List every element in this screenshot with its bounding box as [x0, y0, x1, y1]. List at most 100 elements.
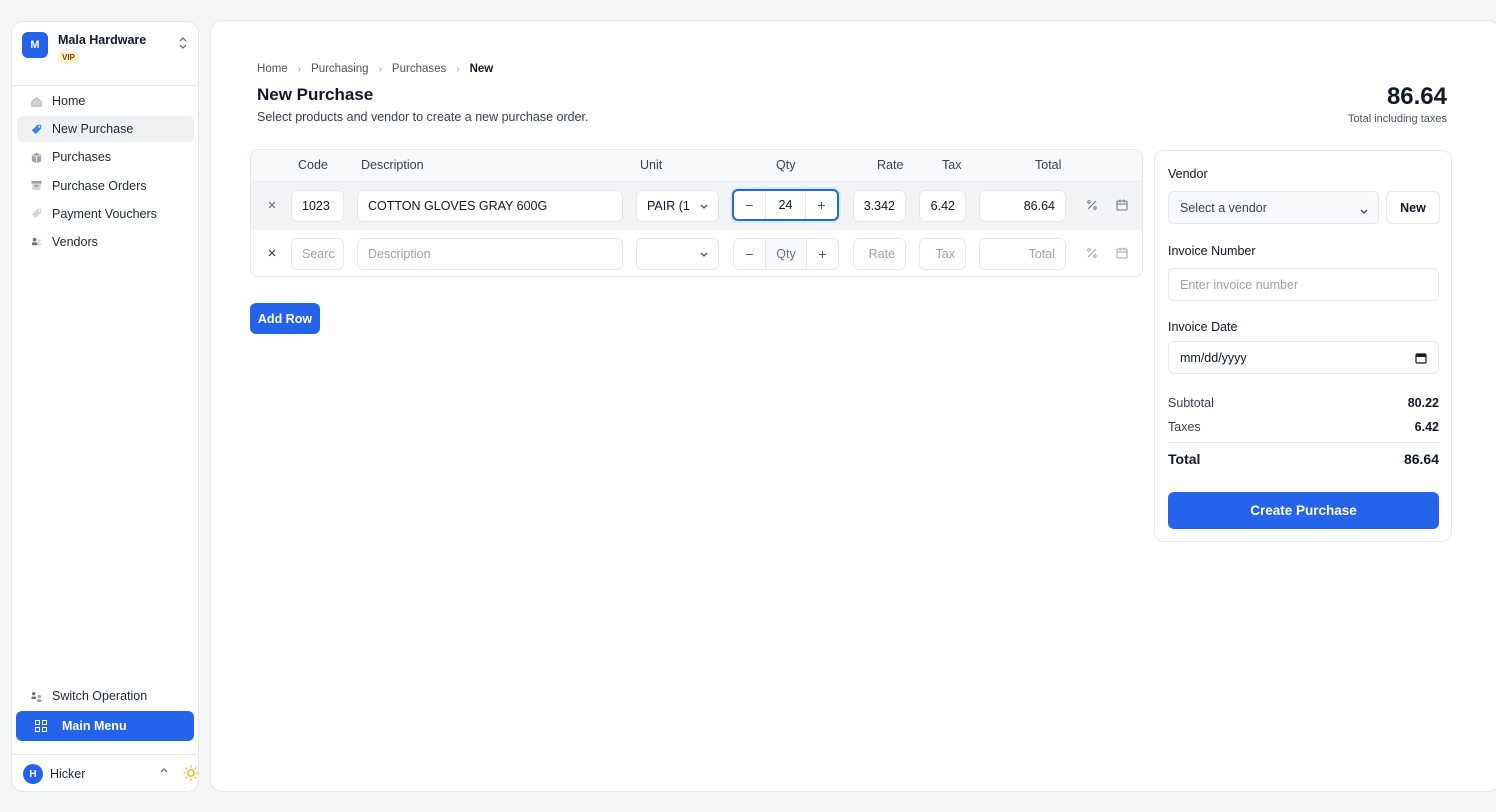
switch-operation-button[interactable]: Switch Operation: [17, 683, 194, 709]
archive-icon: [29, 179, 43, 193]
unit-select[interactable]: PAIR (1: [636, 190, 719, 222]
sidebar-item-payment-vouchers[interactable]: Payment Vouchers: [17, 201, 194, 227]
sidebar-item-purchases[interactable]: Purchases: [17, 144, 194, 170]
total-value: 86.64: [1403, 451, 1439, 467]
unit-select[interactable]: [636, 238, 719, 270]
increment-button[interactable]: +: [806, 191, 837, 219]
sidebar-item-purchase-orders[interactable]: Purchase Orders: [17, 173, 194, 199]
sidebar: M Mala Hardware VIP Home New Purchase Pu…: [11, 21, 199, 792]
breadcrumb: Home › Purchasing › Purchases › New: [257, 63, 493, 75]
unit-value: PAIR (1: [647, 199, 690, 213]
calendar-icon[interactable]: [1116, 247, 1128, 262]
col-qty: Qty: [776, 158, 796, 172]
table-row: Searc Description − Qty + Rate Tax Total: [251, 230, 1142, 276]
taxes-row: Taxes 6.42: [1168, 420, 1439, 434]
breadcrumb-current: New: [469, 63, 494, 75]
invoice-date-placeholder: mm/dd/yyyy: [1180, 350, 1247, 365]
org-switcher[interactable]: M Mala Hardware VIP: [22, 32, 190, 72]
remove-row-icon[interactable]: [267, 246, 277, 260]
col-rate: Rate: [877, 158, 904, 172]
vip-badge: VIP: [58, 52, 79, 63]
box-icon: [29, 150, 43, 164]
org-name: Mala Hardware: [58, 33, 147, 47]
sidebar-item-home[interactable]: Home: [17, 88, 194, 114]
invoice-date-input[interactable]: mm/dd/yyyy: [1168, 341, 1439, 374]
breadcrumb-purchasing[interactable]: Purchasing: [311, 63, 369, 75]
invoice-number-label: Invoice Number: [1168, 244, 1256, 258]
qty-input[interactable]: 24: [765, 191, 806, 219]
table-header: Code Description Unit Qty Rate Tax Total: [251, 150, 1142, 182]
sidebar-item-new-purchase[interactable]: New Purchase: [17, 116, 194, 143]
divider: [1168, 442, 1439, 443]
col-tax: Tax: [942, 158, 962, 172]
description-input[interactable]: COTTON GLOVES GRAY 600G: [357, 190, 623, 222]
chevron-right-icon: ›: [297, 63, 302, 75]
increment-button[interactable]: +: [807, 239, 838, 269]
total-label: Total: [1168, 451, 1201, 467]
description-input[interactable]: Description: [357, 238, 623, 270]
main-menu-label: Main Menu: [62, 719, 127, 733]
total-row: Total 86.64: [1168, 451, 1439, 467]
percent-icon[interactable]: [1086, 247, 1098, 262]
total-input[interactable]: Total: [979, 238, 1066, 270]
decrement-button[interactable]: −: [734, 239, 765, 269]
tax-input[interactable]: Tax: [919, 238, 966, 270]
subtotal-value: 80.22: [1407, 396, 1439, 410]
calendar-icon[interactable]: [1415, 352, 1427, 367]
tag-icon: [29, 122, 43, 136]
new-vendor-button[interactable]: New: [1386, 191, 1440, 224]
quantity-stepper[interactable]: − 24 +: [732, 189, 839, 221]
col-description: Description: [361, 158, 424, 172]
sidebar-item-label: Payment Vouchers: [52, 206, 157, 221]
rate-input[interactable]: 3.342: [853, 190, 906, 222]
chevron-right-icon: ›: [378, 63, 382, 75]
calendar-icon[interactable]: [1116, 199, 1128, 214]
avatar: H: [23, 764, 43, 784]
chevron-up-down-icon: [178, 36, 188, 51]
taxes-label: Taxes: [1168, 420, 1201, 434]
user-name: Hicker: [50, 767, 86, 781]
switch-users-icon: [29, 689, 43, 703]
sun-icon[interactable]: [183, 765, 199, 784]
ticket-icon: [29, 207, 43, 221]
breadcrumb-home[interactable]: Home: [257, 63, 288, 75]
vendor-select[interactable]: Select a vendor: [1168, 191, 1379, 224]
col-total: Total: [1035, 158, 1062, 172]
sidebar-item-label: Vendors: [52, 234, 98, 249]
purchase-summary-panel: Vendor Select a vendor New Invoice Numbe…: [1154, 150, 1452, 542]
quantity-stepper[interactable]: − Qty +: [733, 238, 839, 270]
grand-total: 86.64 Total including taxes: [1348, 83, 1447, 125]
percent-icon[interactable]: [1086, 199, 1098, 214]
caret-down-icon: [1360, 204, 1368, 218]
switch-operation-label: Switch Operation: [52, 689, 148, 703]
remove-row-icon[interactable]: [267, 198, 277, 212]
subtotal-row: Subtotal 80.22: [1168, 396, 1439, 410]
taxes-value: 6.42: [1414, 420, 1439, 434]
grid-icon: [34, 719, 48, 733]
tax-input[interactable]: 6.42: [919, 190, 966, 222]
breadcrumb-purchases[interactable]: Purchases: [392, 63, 446, 75]
home-icon: [29, 94, 43, 108]
create-purchase-button[interactable]: Create Purchase: [1168, 492, 1439, 529]
vendor-placeholder: Select a vendor: [1180, 200, 1267, 215]
col-unit: Unit: [640, 158, 663, 172]
sidebar-item-label: Home: [52, 94, 86, 108]
invoice-date-label: Invoice Date: [1168, 320, 1238, 334]
rate-input[interactable]: Rate: [853, 238, 906, 270]
subtotal-label: Subtotal: [1168, 396, 1214, 410]
invoice-number-input[interactable]: Enter invoice number: [1168, 268, 1439, 301]
decrement-button[interactable]: −: [734, 191, 765, 219]
line-items-table: Code Description Unit Qty Rate Tax Total…: [250, 149, 1143, 277]
qty-input[interactable]: Qty: [765, 239, 807, 269]
code-input[interactable]: 1023: [291, 190, 344, 222]
code-search-input[interactable]: Searc: [291, 238, 344, 270]
chevron-right-icon: ›: [456, 63, 460, 75]
chevron-down-icon: [699, 200, 709, 214]
col-code: Code: [298, 158, 328, 172]
user-menu[interactable]: H Hicker: [23, 764, 199, 784]
sidebar-item-vendors[interactable]: Vendors: [17, 229, 194, 255]
divider: [12, 754, 198, 755]
total-input[interactable]: 86.64: [979, 190, 1066, 222]
main-menu-button[interactable]: Main Menu: [16, 711, 194, 741]
add-row-button[interactable]: Add Row: [250, 303, 320, 334]
